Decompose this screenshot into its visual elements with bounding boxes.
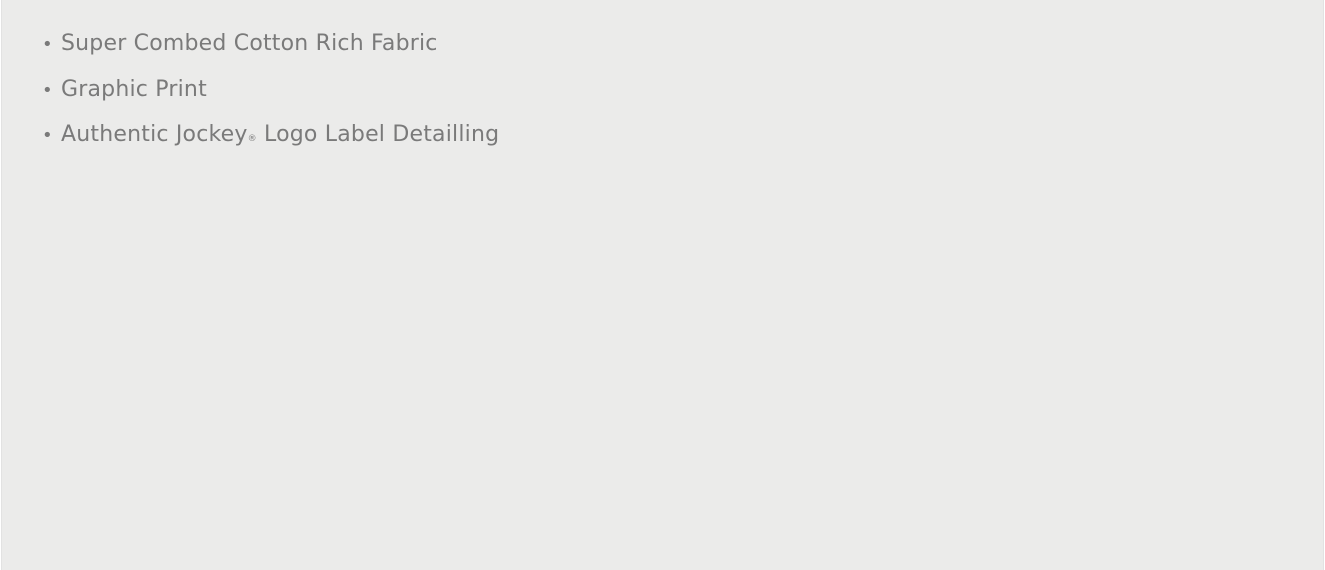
bullet: •	[42, 125, 53, 146]
feature-item-print: • Graphic Print	[42, 77, 499, 123]
feature-label-brand: Authentic Jockey	[61, 122, 248, 147]
feature-label: Super Combed Cotton Rich Fabric	[61, 31, 438, 56]
bullet: •	[42, 34, 53, 55]
bullet: •	[42, 79, 53, 101]
product-features-panel: • Super Combed Cotton Rich Fabric • Grap…	[1, 0, 1324, 570]
feature-list: • Super Combed Cotton Rich Fabric • Grap…	[42, 31, 499, 168]
feature-label: Graphic Print	[61, 76, 207, 102]
feature-label-rest: Logo Label Detailling	[256, 122, 500, 147]
feature-item-logo-label: • Authentic Jockey ® Logo Label Detaillin…	[42, 122, 500, 147]
feature-item-fabric: • Super Combed Cotton Rich Fabric	[42, 31, 499, 77]
